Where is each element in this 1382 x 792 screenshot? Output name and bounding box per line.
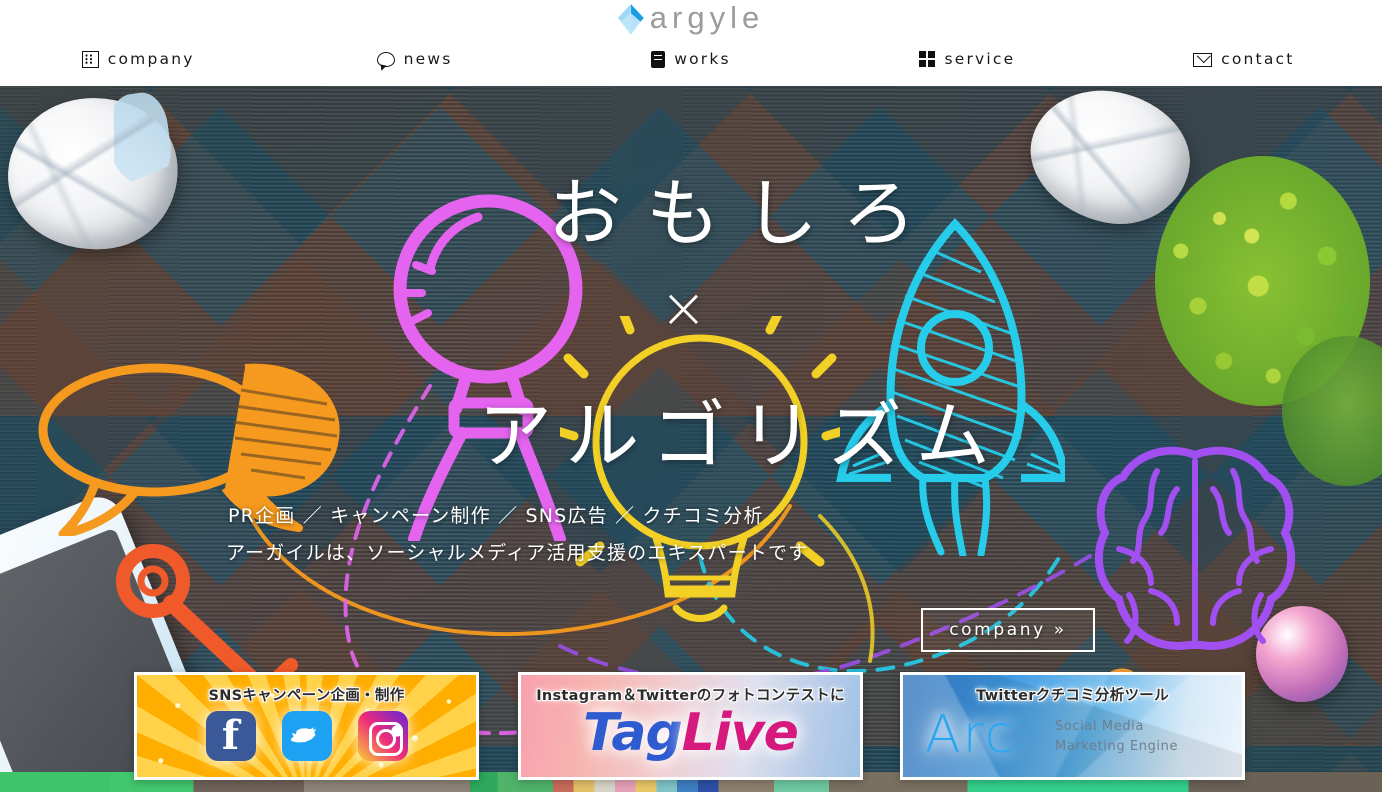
nav-label-company: company: [107, 50, 195, 68]
arc-logo: Arc: [925, 705, 1016, 765]
grid-icon: [919, 51, 936, 67]
book-icon: [651, 50, 666, 68]
main-navigation: company news works service contact: [0, 42, 1382, 76]
hero-tagline: PR企画 ／ キャンペーン制作 ／ SNS広告 ／ クチコミ分析 アーガイルは、…: [226, 501, 848, 565]
site-header: argyle company news works service contac…: [0, 0, 1382, 86]
nav-item-company[interactable]: company: [0, 50, 276, 68]
company-cta-label: company »: [949, 620, 1067, 640]
banner1-social-icons: [137, 711, 476, 761]
hero-headline-line1: おもしろ: [548, 171, 940, 257]
facebook-icon: [205, 711, 256, 761]
nav-label-news: news: [403, 50, 453, 68]
twitter-icon: [281, 711, 332, 761]
hero-headline-line2: アルゴリズム: [478, 393, 1004, 479]
hero-headline-separator: ×: [660, 276, 707, 341]
banner-arc[interactable]: Twitterクチコミ分析ツール Arc Social Media Market…: [900, 672, 1245, 780]
banner-sns-campaign[interactable]: SNSキャンペーン企画・制作: [134, 672, 479, 780]
promo-banner-row: SNSキャンペーン企画・制作 Instagram＆Twitterのフォトコンテス…: [0, 672, 1382, 792]
speech-bubble-icon: [376, 52, 395, 67]
banner3-title: Twitterクチコミ分析ツール: [976, 688, 1169, 704]
taglive-logo-live: Live: [681, 703, 799, 763]
building-icon: [81, 50, 99, 68]
banner1-title: SNSキャンペーン企画・制作: [208, 688, 405, 704]
nav-label-service: service: [944, 50, 1016, 68]
taglive-logo-tag: Tag: [583, 703, 683, 763]
hero-tagline-line1: PR企画 ／ キャンペーン制作 ／ SNS広告 ／ クチコミ分析: [228, 505, 764, 527]
envelope-icon: [1193, 52, 1213, 67]
site-logo[interactable]: argyle: [0, 0, 1382, 35]
arc-subtitle-line2: Marketing Engine: [1055, 738, 1179, 754]
taglive-logo: TagLive: [521, 707, 860, 759]
arc-subtitle-line1: Social Media: [1055, 719, 1144, 734]
nav-item-service[interactable]: service: [829, 50, 1105, 68]
hero-tagline-line2: アーガイルは、ソーシャルメディア活用支援のエキスパートです: [226, 542, 809, 564]
diamond-icon: [617, 4, 644, 35]
arc-subtitle: Social Media Marketing Engine: [1055, 717, 1178, 756]
nav-label-contact: contact: [1221, 50, 1295, 68]
nav-item-contact[interactable]: contact: [1106, 50, 1382, 68]
nav-item-news[interactable]: news: [276, 50, 552, 68]
nav-item-works[interactable]: works: [553, 50, 829, 68]
nav-label-works: works: [674, 50, 731, 68]
banner-taglive[interactable]: Instagram＆Twitterのフォトコンテストに TagLive: [518, 672, 863, 780]
logo-wordmark: argyle: [649, 0, 765, 35]
instagram-icon: [357, 711, 408, 761]
banner2-title: Instagram＆Twitterのフォトコンテストに: [536, 688, 845, 704]
company-cta-button[interactable]: company »: [921, 608, 1095, 652]
